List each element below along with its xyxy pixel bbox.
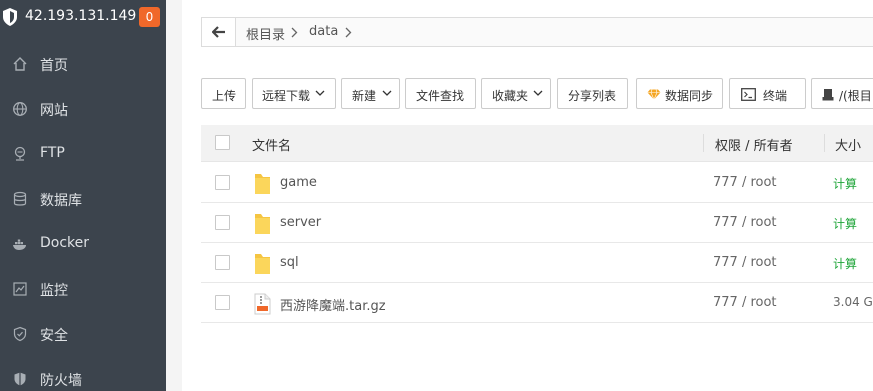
sidebar-item-label: 数据库 (40, 193, 82, 209)
table-row[interactable]: sql 777 / root 计算 (201, 243, 873, 283)
ftp-icon (14, 146, 26, 161)
column-header-name[interactable]: 文件名 (252, 135, 291, 154)
server-header: 42.193.131.149 0 (0, 0, 166, 36)
shield-icon (13, 326, 27, 342)
monitor-icon (13, 282, 27, 296)
data-sync-button[interactable]: 数据同步 (636, 78, 723, 109)
folder-icon (255, 214, 270, 234)
toolbar: 上传 远程下载 新建 文件查找 收藏夹 分享列表 数据同步 终端 /(根目 (201, 78, 873, 110)
firewall-icon (14, 372, 26, 386)
calculate-size-link[interactable]: 计算 (833, 255, 857, 272)
sidebar-item-label: 安全 (40, 328, 68, 344)
archive-file-icon (254, 293, 271, 315)
table-row[interactable]: server 777 / root 计算 (201, 203, 873, 243)
sidebar-item-firewall[interactable]: 防火墙 (0, 359, 166, 391)
chevron-right-icon (291, 27, 298, 38)
sidebar-item-security[interactable]: 安全 (0, 314, 166, 354)
sidebar-item-ftp[interactable]: FTP (0, 134, 166, 174)
row-checkbox[interactable] (215, 175, 230, 190)
terminal-label: 终端 (763, 89, 788, 103)
sidebar: 42.193.131.149 0 首页 网站 FTP 数据库 Docker 监控… (0, 0, 166, 391)
file-permission[interactable]: 777 / root (713, 175, 777, 190)
upload-button[interactable]: 上传 (201, 78, 246, 109)
sidebar-item-label: 首页 (40, 58, 68, 74)
sidebar-item-label: 监控 (40, 283, 68, 299)
data-sync-label: 数据同步 (665, 89, 714, 103)
favorites-button[interactable]: 收藏夹 (481, 78, 551, 109)
row-checkbox[interactable] (215, 295, 230, 310)
row-checkbox[interactable] (215, 215, 230, 230)
sidebar-item-monitor[interactable]: 监控 (0, 269, 166, 309)
file-name[interactable]: 西游降魔端.tar.gz (280, 295, 386, 314)
sidebar-item-docker[interactable]: Docker (0, 224, 166, 264)
docker-icon (13, 239, 26, 250)
diamond-icon (647, 89, 661, 100)
file-permission[interactable]: 777 / root (713, 215, 777, 230)
root-dir-label: /(根目 (839, 89, 872, 103)
sidebar-item-website[interactable]: 网站 (0, 89, 166, 129)
favorites-label: 收藏夹 (492, 89, 529, 103)
file-name[interactable]: server (280, 215, 321, 230)
calculate-size-link[interactable]: 计算 (833, 175, 857, 192)
file-search-label: 文件查找 (416, 89, 465, 103)
arrow-left-icon (212, 26, 225, 38)
chevron-right-icon (345, 27, 352, 38)
database-icon (13, 191, 27, 206)
chevron-down-icon (382, 90, 392, 96)
new-label: 新建 (352, 89, 377, 103)
sidebar-item-label: FTP (40, 145, 65, 161)
file-permission[interactable]: 777 / root (713, 255, 777, 270)
chevron-down-icon (315, 90, 325, 96)
share-list-label: 分享列表 (568, 89, 617, 103)
table-header: 文件名 权限 / 所有者 大小 (201, 125, 873, 162)
breadcrumb-item-root[interactable]: 根目录 (246, 24, 285, 43)
notification-badge[interactable]: 0 (139, 7, 160, 27)
root-dir-button[interactable]: /(根目 (811, 78, 873, 109)
remote-download-button[interactable]: 远程下载 (252, 78, 336, 109)
file-manager: 根目录 data 上传 远程下载 新建 文件查找 收藏夹 分享列表 数据同步 终… (182, 0, 873, 391)
sidebar-item-label: 防火墙 (40, 373, 82, 389)
select-all-checkbox[interactable] (215, 135, 230, 150)
disk-icon (822, 89, 834, 101)
column-divider (703, 134, 704, 152)
back-button[interactable] (202, 18, 236, 46)
calculate-size-link[interactable]: 计算 (833, 215, 857, 232)
column-header-perm[interactable]: 权限 / 所有者 (715, 135, 793, 154)
sidebar-item-label: Docker (40, 235, 90, 251)
globe-icon (13, 102, 27, 116)
file-name[interactable]: sql (280, 255, 299, 270)
chevron-down-icon (533, 90, 543, 96)
home-icon (13, 57, 27, 71)
terminal-icon (741, 88, 756, 101)
file-name[interactable]: game (280, 175, 317, 190)
table-row[interactable]: 西游降魔端.tar.gz 777 / root 3.04 GB (201, 283, 873, 323)
folder-icon (255, 174, 270, 194)
file-permission[interactable]: 777 / root (713, 295, 777, 310)
column-divider (824, 134, 825, 152)
sidebar-item-label: 网站 (40, 103, 68, 119)
terminal-button[interactable]: 终端 (729, 78, 806, 109)
breadcrumb-item-data[interactable]: data (309, 24, 338, 39)
remote-download-label: 远程下载 (262, 89, 311, 103)
upload-label: 上传 (212, 89, 237, 103)
column-header-size[interactable]: 大小 (835, 135, 861, 154)
breadcrumb: 根目录 data (201, 17, 873, 47)
share-list-button[interactable]: 分享列表 (557, 78, 628, 109)
sidebar-item-home[interactable]: 首页 (0, 44, 166, 84)
row-checkbox[interactable] (215, 255, 230, 270)
table-row[interactable]: game 777 / root 计算 (201, 163, 873, 203)
file-search-button[interactable]: 文件查找 (405, 78, 476, 109)
shield-logo-icon (3, 8, 17, 26)
server-ip: 42.193.131.149 (25, 8, 137, 24)
file-size: 3.04 GB (833, 295, 873, 309)
new-button[interactable]: 新建 (341, 78, 400, 109)
sidebar-item-database[interactable]: 数据库 (0, 179, 166, 219)
folder-icon (255, 254, 270, 274)
